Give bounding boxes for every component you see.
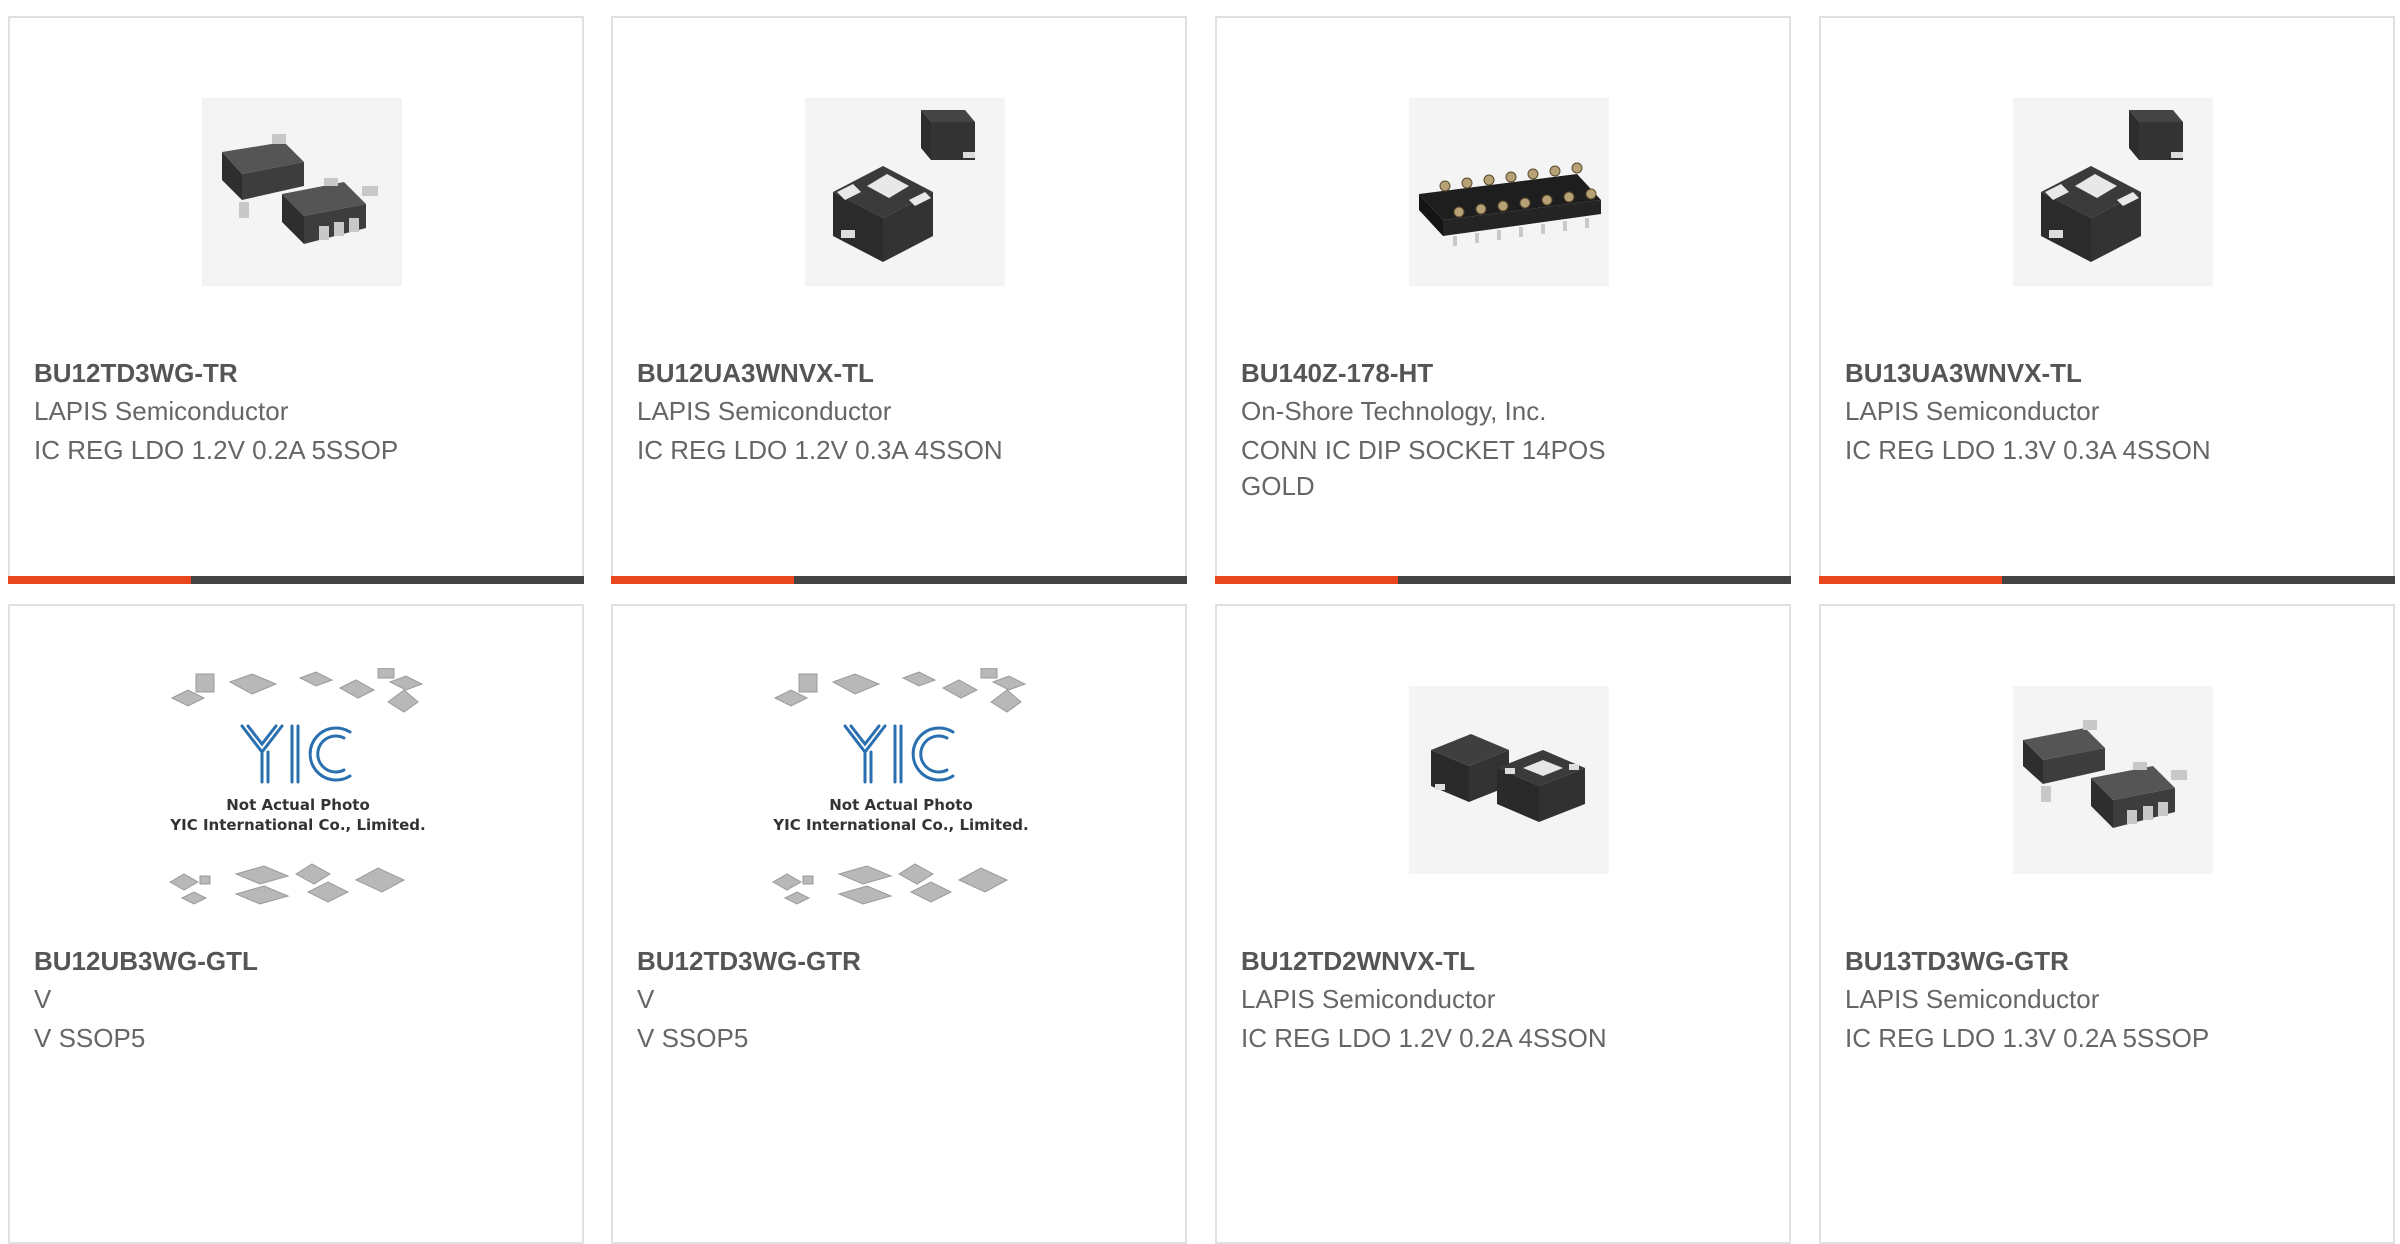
card-bar (1215, 576, 1791, 584)
manufacturer: V (34, 984, 52, 1014)
part-number[interactable]: BU12TD2WNVX-TL (1241, 946, 1475, 977)
sson-package-icon[interactable] (1401, 670, 1609, 878)
placeholder-text: YIC International Co., Limited. (169, 816, 425, 834)
card-bar-accent (1215, 576, 1398, 584)
sot23-5-package-icon[interactable] (194, 82, 402, 290)
card-bar-accent (611, 576, 794, 584)
manufacturer: LAPIS Semiconductor (637, 396, 892, 426)
card-bar-accent (8, 576, 191, 584)
description: V SSOP5 (637, 1023, 749, 1053)
product-card[interactable]: BU12TD2WNVX-TL LAPIS Semiconductor IC RE… (1215, 604, 1791, 1244)
card-bar (1819, 576, 2395, 584)
part-number[interactable]: BU140Z-178-HT (1241, 358, 1433, 389)
card-bar (8, 576, 584, 584)
description: IC REG LDO 1.2V 0.3A 4SSON (637, 435, 1003, 465)
description: IC REG LDO 1.3V 0.2A 5SSOP (1845, 1023, 2210, 1053)
manufacturer: LAPIS Semiconductor (1241, 984, 1496, 1014)
part-number[interactable]: BU12TD3WG-TR (34, 358, 238, 389)
product-card[interactable]: Not Actual Photo YIC International Co., … (8, 604, 584, 1244)
product-card[interactable]: BU140Z-178-HT On-Shore Technology, Inc. … (1215, 16, 1791, 584)
card-bar (611, 576, 1187, 584)
placeholder-text: YIC International Co., Limited. (772, 816, 1028, 834)
description: IC REG LDO 1.2V 0.2A 5SSOP (34, 435, 399, 465)
description: IC REG LDO 1.3V 0.3A 4SSON (1845, 435, 2211, 465)
product-card[interactable]: BU12TD3WG-TR LAPIS Semiconductor IC REG … (8, 16, 584, 584)
part-number[interactable]: BU12UA3WNVX-TL (637, 358, 874, 389)
product-card[interactable]: BU13TD3WG-GTR LAPIS Semiconductor IC REG… (1819, 604, 2395, 1244)
sot23-5-package-icon[interactable] (2005, 670, 2213, 878)
product-card[interactable]: Not Actual Photo YIC International Co., … (611, 604, 1187, 1244)
placeholder-text: Not Actual Photo (226, 796, 370, 814)
card-bar-accent (1819, 576, 2002, 584)
product-card[interactable]: BU12UA3WNVX-TL LAPIS Semiconductor IC RE… (611, 16, 1187, 584)
description: V SSOP5 (34, 1023, 146, 1053)
manufacturer: On-Shore Technology, Inc. (1241, 396, 1547, 426)
dip-socket-icon[interactable] (1401, 82, 1609, 290)
part-number[interactable]: BU13UA3WNVX-TL (1845, 358, 2082, 389)
description: CONN IC DIP SOCKET 14POS GOLD (1241, 435, 1606, 501)
description: IC REG LDO 1.2V 0.2A 4SSON (1241, 1023, 1607, 1053)
sson-package-icon[interactable] (797, 82, 1005, 290)
product-card[interactable]: BU13UA3WNVX-TL LAPIS Semiconductor IC RE… (1819, 16, 2395, 584)
part-number[interactable]: BU13TD3WG-GTR (1845, 946, 2069, 977)
manufacturer: LAPIS Semiconductor (1845, 396, 2100, 426)
placeholder-photo-icon[interactable]: Not Actual Photo YIC International Co., … (763, 668, 1039, 905)
manufacturer: V (637, 984, 655, 1014)
part-number[interactable]: BU12TD3WG-GTR (637, 946, 861, 977)
placeholder-photo-icon[interactable]: Not Actual Photo YIC International Co., … (160, 668, 436, 905)
manufacturer: LAPIS Semiconductor (34, 396, 289, 426)
sson-package-icon[interactable] (2005, 82, 2213, 290)
part-number[interactable]: BU12UB3WG-GTL (34, 946, 258, 977)
manufacturer: LAPIS Semiconductor (1845, 984, 2100, 1014)
placeholder-text: Not Actual Photo (829, 796, 973, 814)
